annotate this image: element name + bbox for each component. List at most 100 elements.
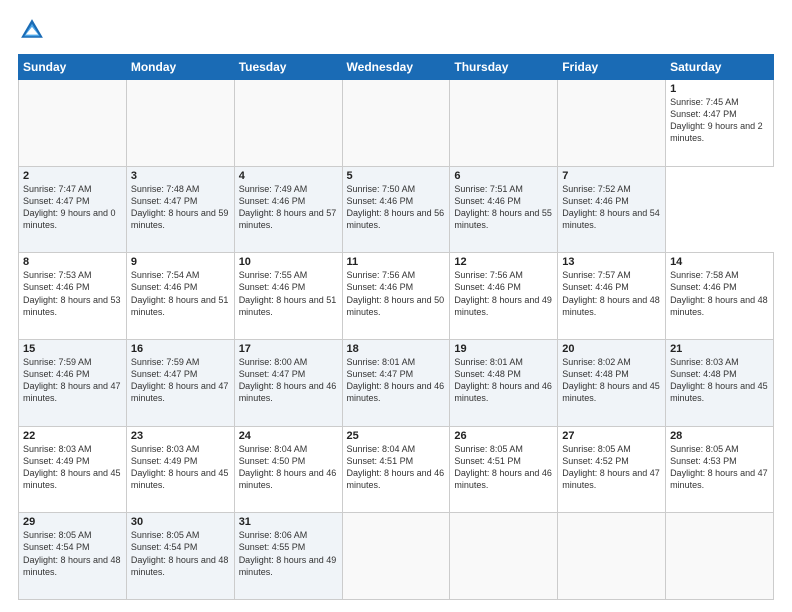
day-number: 27 bbox=[562, 430, 661, 442]
day-info: Sunrise: 7:54 AMSunset: 4:46 PMDaylight:… bbox=[131, 269, 230, 318]
empty-cell bbox=[558, 513, 666, 600]
day-cell-14: 14Sunrise: 7:58 AMSunset: 4:46 PMDayligh… bbox=[666, 253, 774, 340]
day-number: 15 bbox=[23, 343, 122, 355]
week-row-6: 29Sunrise: 8:05 AMSunset: 4:54 PMDayligh… bbox=[19, 513, 774, 600]
day-header-tuesday: Tuesday bbox=[234, 55, 342, 80]
day-cell-24: 24Sunrise: 8:04 AMSunset: 4:50 PMDayligh… bbox=[234, 426, 342, 513]
empty-cell bbox=[19, 80, 127, 167]
day-info: Sunrise: 8:05 AMSunset: 4:52 PMDaylight:… bbox=[562, 443, 661, 492]
week-row-5: 22Sunrise: 8:03 AMSunset: 4:49 PMDayligh… bbox=[19, 426, 774, 513]
day-cell-21: 21Sunrise: 8:03 AMSunset: 4:48 PMDayligh… bbox=[666, 339, 774, 426]
day-cell-11: 11Sunrise: 7:56 AMSunset: 4:46 PMDayligh… bbox=[342, 253, 450, 340]
day-info: Sunrise: 7:48 AMSunset: 4:47 PMDaylight:… bbox=[131, 183, 230, 232]
day-info: Sunrise: 7:55 AMSunset: 4:46 PMDaylight:… bbox=[239, 269, 338, 318]
day-info: Sunrise: 8:05 AMSunset: 4:53 PMDaylight:… bbox=[670, 443, 769, 492]
day-cell-17: 17Sunrise: 8:00 AMSunset: 4:47 PMDayligh… bbox=[234, 339, 342, 426]
day-cell-29: 29Sunrise: 8:05 AMSunset: 4:54 PMDayligh… bbox=[19, 513, 127, 600]
day-cell-28: 28Sunrise: 8:05 AMSunset: 4:53 PMDayligh… bbox=[666, 426, 774, 513]
day-cell-15: 15Sunrise: 7:59 AMSunset: 4:46 PMDayligh… bbox=[19, 339, 127, 426]
day-info: Sunrise: 7:56 AMSunset: 4:46 PMDaylight:… bbox=[454, 269, 553, 318]
logo-icon bbox=[18, 16, 46, 44]
day-number: 10 bbox=[239, 256, 338, 268]
empty-cell bbox=[666, 513, 774, 600]
day-number: 25 bbox=[347, 430, 446, 442]
day-number: 12 bbox=[454, 256, 553, 268]
empty-cell bbox=[450, 513, 558, 600]
day-number: 14 bbox=[670, 256, 769, 268]
day-number: 20 bbox=[562, 343, 661, 355]
day-info: Sunrise: 8:05 AMSunset: 4:54 PMDaylight:… bbox=[131, 529, 230, 578]
day-number: 29 bbox=[23, 516, 122, 528]
day-cell-4: 4Sunrise: 7:49 AMSunset: 4:46 PMDaylight… bbox=[234, 166, 342, 253]
day-cell-9: 9Sunrise: 7:54 AMSunset: 4:46 PMDaylight… bbox=[126, 253, 234, 340]
day-info: Sunrise: 7:49 AMSunset: 4:46 PMDaylight:… bbox=[239, 183, 338, 232]
day-cell-26: 26Sunrise: 8:05 AMSunset: 4:51 PMDayligh… bbox=[450, 426, 558, 513]
day-info: Sunrise: 7:51 AMSunset: 4:46 PMDaylight:… bbox=[454, 183, 553, 232]
day-header-wednesday: Wednesday bbox=[342, 55, 450, 80]
day-cell-6: 6Sunrise: 7:51 AMSunset: 4:46 PMDaylight… bbox=[450, 166, 558, 253]
day-number: 26 bbox=[454, 430, 553, 442]
day-header-monday: Monday bbox=[126, 55, 234, 80]
day-info: Sunrise: 8:03 AMSunset: 4:49 PMDaylight:… bbox=[23, 443, 122, 492]
day-cell-1: 1Sunrise: 7:45 AMSunset: 4:47 PMDaylight… bbox=[666, 80, 774, 167]
page: SundayMondayTuesdayWednesdayThursdayFrid… bbox=[0, 0, 792, 612]
day-number: 5 bbox=[347, 170, 446, 182]
day-number: 7 bbox=[562, 170, 661, 182]
day-number: 4 bbox=[239, 170, 338, 182]
day-cell-13: 13Sunrise: 7:57 AMSunset: 4:46 PMDayligh… bbox=[558, 253, 666, 340]
day-cell-2: 2Sunrise: 7:47 AMSunset: 4:47 PMDaylight… bbox=[19, 166, 127, 253]
week-row-4: 15Sunrise: 7:59 AMSunset: 4:46 PMDayligh… bbox=[19, 339, 774, 426]
day-number: 18 bbox=[347, 343, 446, 355]
day-info: Sunrise: 8:04 AMSunset: 4:51 PMDaylight:… bbox=[347, 443, 446, 492]
day-info: Sunrise: 7:53 AMSunset: 4:46 PMDaylight:… bbox=[23, 269, 122, 318]
calendar-table: SundayMondayTuesdayWednesdayThursdayFrid… bbox=[18, 54, 774, 600]
header bbox=[18, 16, 774, 44]
day-info: Sunrise: 8:05 AMSunset: 4:54 PMDaylight:… bbox=[23, 529, 122, 578]
day-cell-25: 25Sunrise: 8:04 AMSunset: 4:51 PMDayligh… bbox=[342, 426, 450, 513]
day-cell-23: 23Sunrise: 8:03 AMSunset: 4:49 PMDayligh… bbox=[126, 426, 234, 513]
day-info: Sunrise: 7:58 AMSunset: 4:46 PMDaylight:… bbox=[670, 269, 769, 318]
day-info: Sunrise: 7:59 AMSunset: 4:46 PMDaylight:… bbox=[23, 356, 122, 405]
day-cell-20: 20Sunrise: 8:02 AMSunset: 4:48 PMDayligh… bbox=[558, 339, 666, 426]
day-number: 21 bbox=[670, 343, 769, 355]
day-cell-22: 22Sunrise: 8:03 AMSunset: 4:49 PMDayligh… bbox=[19, 426, 127, 513]
day-cell-7: 7Sunrise: 7:52 AMSunset: 4:46 PMDaylight… bbox=[558, 166, 666, 253]
day-cell-5: 5Sunrise: 7:50 AMSunset: 4:46 PMDaylight… bbox=[342, 166, 450, 253]
week-row-3: 8Sunrise: 7:53 AMSunset: 4:46 PMDaylight… bbox=[19, 253, 774, 340]
day-number: 19 bbox=[454, 343, 553, 355]
day-info: Sunrise: 8:00 AMSunset: 4:47 PMDaylight:… bbox=[239, 356, 338, 405]
day-number: 17 bbox=[239, 343, 338, 355]
day-cell-8: 8Sunrise: 7:53 AMSunset: 4:46 PMDaylight… bbox=[19, 253, 127, 340]
day-info: Sunrise: 8:05 AMSunset: 4:51 PMDaylight:… bbox=[454, 443, 553, 492]
day-number: 24 bbox=[239, 430, 338, 442]
day-info: Sunrise: 8:06 AMSunset: 4:55 PMDaylight:… bbox=[239, 529, 338, 578]
day-header-friday: Friday bbox=[558, 55, 666, 80]
day-number: 2 bbox=[23, 170, 122, 182]
day-header-saturday: Saturday bbox=[666, 55, 774, 80]
day-info: Sunrise: 7:56 AMSunset: 4:46 PMDaylight:… bbox=[347, 269, 446, 318]
empty-cell bbox=[342, 513, 450, 600]
day-number: 3 bbox=[131, 170, 230, 182]
day-number: 11 bbox=[347, 256, 446, 268]
day-cell-31: 31Sunrise: 8:06 AMSunset: 4:55 PMDayligh… bbox=[234, 513, 342, 600]
day-cell-19: 19Sunrise: 8:01 AMSunset: 4:48 PMDayligh… bbox=[450, 339, 558, 426]
day-number: 16 bbox=[131, 343, 230, 355]
empty-cell bbox=[558, 80, 666, 167]
day-number: 22 bbox=[23, 430, 122, 442]
day-cell-3: 3Sunrise: 7:48 AMSunset: 4:47 PMDaylight… bbox=[126, 166, 234, 253]
week-row-2: 2Sunrise: 7:47 AMSunset: 4:47 PMDaylight… bbox=[19, 166, 774, 253]
empty-cell bbox=[450, 80, 558, 167]
day-info: Sunrise: 7:59 AMSunset: 4:47 PMDaylight:… bbox=[131, 356, 230, 405]
day-number: 30 bbox=[131, 516, 230, 528]
day-header-thursday: Thursday bbox=[450, 55, 558, 80]
day-number: 6 bbox=[454, 170, 553, 182]
days-header-row: SundayMondayTuesdayWednesdayThursdayFrid… bbox=[19, 55, 774, 80]
day-info: Sunrise: 8:03 AMSunset: 4:49 PMDaylight:… bbox=[131, 443, 230, 492]
day-info: Sunrise: 8:04 AMSunset: 4:50 PMDaylight:… bbox=[239, 443, 338, 492]
day-number: 28 bbox=[670, 430, 769, 442]
day-info: Sunrise: 8:01 AMSunset: 4:48 PMDaylight:… bbox=[454, 356, 553, 405]
day-info: Sunrise: 8:03 AMSunset: 4:48 PMDaylight:… bbox=[670, 356, 769, 405]
day-number: 9 bbox=[131, 256, 230, 268]
day-header-sunday: Sunday bbox=[19, 55, 127, 80]
empty-cell bbox=[342, 80, 450, 167]
